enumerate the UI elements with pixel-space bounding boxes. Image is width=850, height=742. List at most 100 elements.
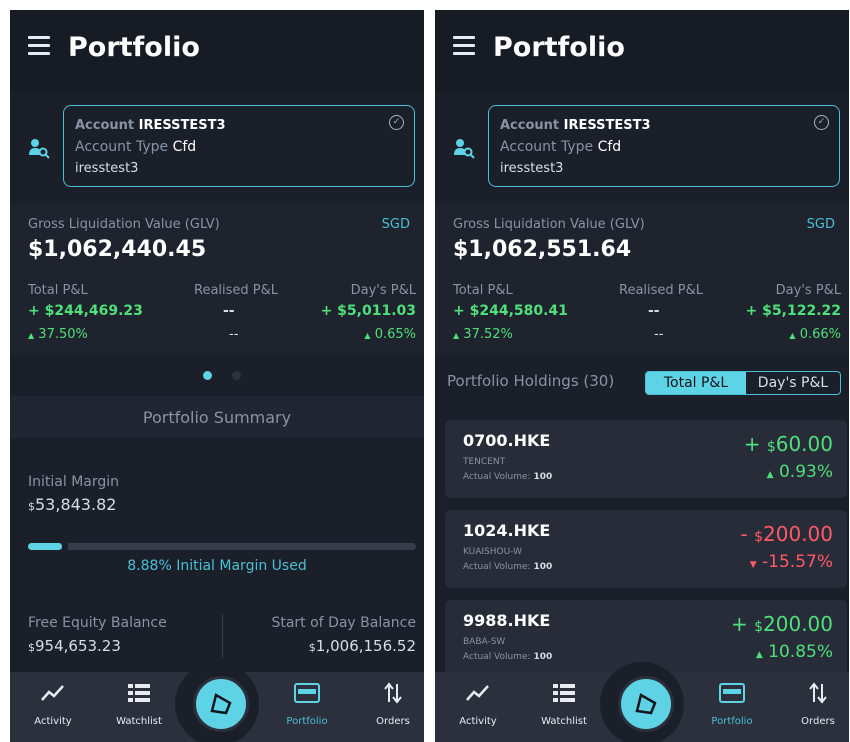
realised-pnl-value: -- [648, 303, 660, 319]
up-arrow-icon: ▲ [364, 331, 371, 340]
initial-margin-label: Initial Margin [28, 474, 120, 490]
check-circle-icon: ✓ [389, 115, 404, 130]
holding-sign: + [730, 612, 748, 636]
holding-percent: 0.93% [778, 462, 833, 482]
holding-sign: - [740, 522, 748, 546]
bottom-nav: Activity Watchlist Portfolio Orders [435, 662, 849, 742]
holding-card[interactable]: 0700.HKE TENCENT Actual Volume: 100 + $60.0… [445, 420, 847, 498]
trade-fab-button[interactable] [618, 676, 674, 732]
activity-chart-icon [443, 682, 513, 712]
nav-orders[interactable]: Orders [358, 682, 424, 727]
page-dot-active[interactable] [203, 371, 212, 380]
account-user: iresstest3 [75, 161, 139, 176]
glv-value: $1,062,440.45 [28, 237, 207, 262]
up-arrow-icon: ▲ [766, 470, 774, 480]
bottom-nav: Activity Watchlist Portfolio Orders [10, 662, 424, 742]
hamburger-menu-icon[interactable] [453, 36, 475, 55]
list-icon [529, 682, 599, 712]
down-arrow-icon: ▼ [749, 560, 757, 570]
holding-code: 9988.HKE [463, 611, 551, 630]
day-pnl-percent: 0.66% [799, 327, 841, 342]
account-search-icon[interactable] [453, 137, 475, 159]
page-title: Portfolio [68, 32, 200, 63]
account-card[interactable]: Account IRESSTEST3 Account Type Cfd ires… [63, 105, 415, 187]
account-label: Account [75, 118, 135, 133]
holding-percent: -15.57% [762, 552, 833, 572]
currency-symbol: $ [754, 619, 764, 635]
holding-amount: 60.00 [775, 432, 833, 456]
nav-portfolio[interactable]: Portfolio [272, 682, 342, 727]
page-indicator [10, 358, 424, 394]
nav-activity[interactable]: Activity [443, 682, 513, 727]
trade-fab-button[interactable] [193, 676, 249, 732]
glv-panel: Gross Liquidation Value (GLV) SGD $1,062… [435, 203, 849, 355]
realised-pnl-label: Realised P&L [194, 283, 279, 298]
check-circle-icon: ✓ [814, 115, 829, 130]
holding-card[interactable]: 1024.HKE KUAISHOU-W Actual Volume: 100 - $2… [445, 510, 847, 588]
account-label: Account [500, 118, 560, 133]
volume-label: Actual Volume: [463, 562, 531, 572]
glv-currency: SGD [381, 217, 410, 232]
portfolio-summary-screen: Portfolio Account IRESSTEST3 Account Typ… [10, 10, 424, 742]
account-type-label: Account Type [75, 139, 169, 155]
margin-progress-bar [28, 543, 416, 550]
realised-pnl-value: -- [223, 303, 235, 319]
trade-icon [210, 693, 232, 715]
holding-name: KUAISHOU-W [463, 547, 522, 557]
total-pnl-value: + $244,580.41 [453, 303, 568, 319]
day-pnl-label: Day's P&L [350, 283, 416, 298]
account-user: iresstest3 [500, 161, 564, 176]
nav-orders[interactable]: Orders [783, 682, 849, 727]
holding-volume: 100 [533, 472, 553, 482]
holding-percent: 10.85% [768, 642, 833, 662]
hamburger-menu-icon[interactable] [28, 36, 50, 55]
holdings-header: Portfolio Holdings (30) Total P&L Day's … [435, 358, 849, 408]
activity-chart-icon [18, 682, 88, 712]
nav-activity[interactable]: Activity [18, 682, 88, 727]
currency-symbol: $ [308, 641, 316, 654]
app-header: Portfolio [435, 10, 849, 92]
orders-arrows-icon [783, 682, 849, 712]
up-arrow-icon: ▲ [453, 331, 460, 340]
day-pnl-value: + $5,122.22 [745, 303, 841, 319]
trade-icon [635, 693, 657, 715]
account-type: Cfd [172, 139, 197, 155]
portfolio-holdings-screen: Portfolio Account IRESSTEST3 Account Typ… [435, 10, 849, 742]
glv-label: Gross Liquidation Value (GLV) [453, 217, 645, 232]
portfolio-icon [697, 682, 767, 712]
nav-watchlist[interactable]: Watchlist [529, 682, 599, 727]
glv-label: Gross Liquidation Value (GLV) [28, 217, 220, 232]
holding-name: TENCENT [463, 457, 506, 467]
glv-currency: SGD [806, 217, 835, 232]
day-pnl-toggle[interactable]: Day's P&L [746, 372, 840, 394]
page-dot[interactable] [232, 371, 241, 380]
holding-sign: + [743, 432, 761, 456]
nav-watchlist[interactable]: Watchlist [104, 682, 174, 727]
account-type-label: Account Type [500, 139, 594, 155]
realised-pnl-percent: -- [654, 327, 664, 342]
total-pnl-percent: 37.50% [38, 327, 88, 342]
day-pnl-value: + $5,011.03 [320, 303, 416, 319]
free-equity-label: Free Equity Balance [28, 615, 167, 631]
holding-code: 0700.HKE [463, 431, 551, 450]
free-equity-value: 954,653.23 [35, 637, 121, 655]
up-arrow-icon: ▲ [28, 331, 35, 340]
total-pnl-label: Total P&L [28, 283, 88, 298]
currency-symbol: $ [28, 641, 35, 654]
nav-portfolio[interactable]: Portfolio [697, 682, 767, 727]
holding-code: 1024.HKE [463, 521, 551, 540]
glv-panel: Gross Liquidation Value (GLV) SGD $1,062… [10, 203, 424, 355]
sod-balance-value: 1,006,156.52 [315, 637, 416, 655]
account-card[interactable]: Account IRESSTEST3 Account Type Cfd ires… [488, 105, 840, 187]
portfolio-icon [272, 682, 342, 712]
volume-label: Actual Volume: [463, 652, 531, 662]
page-title: Portfolio [493, 32, 625, 63]
account-type: Cfd [597, 139, 622, 155]
account-id: IRESSTEST3 [138, 118, 226, 133]
day-pnl-label: Day's P&L [775, 283, 841, 298]
holding-amount: 200.00 [763, 612, 833, 636]
up-arrow-icon: ▲ [789, 331, 796, 340]
total-pnl-toggle[interactable]: Total P&L [646, 372, 746, 394]
account-search-icon[interactable] [28, 137, 50, 159]
currency-symbol: $ [766, 439, 776, 455]
